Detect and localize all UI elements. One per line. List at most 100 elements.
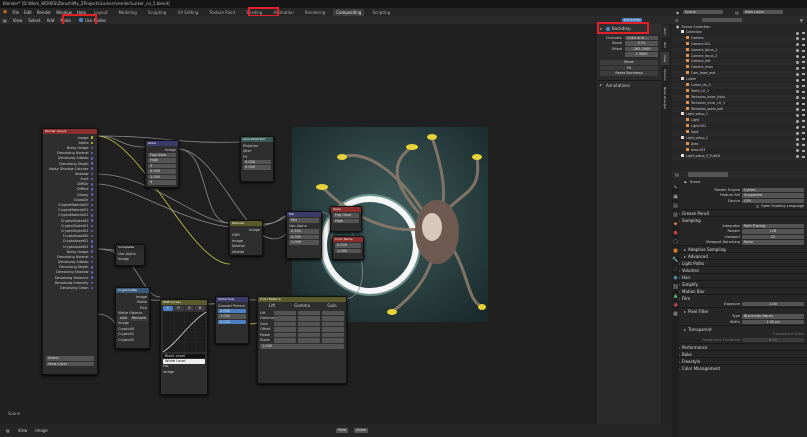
- render-camera-icon[interactable]: [802, 149, 805, 152]
- eye-icon[interactable]: [796, 43, 799, 47]
- output-socket[interactable]: [90, 183, 93, 186]
- section-film[interactable]: Film: [672, 294, 807, 301]
- lens-fit[interactable]: Fit: [243, 155, 247, 159]
- particles-tab-icon[interactable]: ∴: [672, 266, 679, 275]
- section-pixel-filter[interactable]: Pixel Filter: [672, 306, 807, 314]
- compositor-node-canvas[interactable]: Render Layers Image Alpha Noisy Image Denoi…: [0, 24, 597, 424]
- filter-width-field[interactable]: 1.50 px: [742, 319, 804, 324]
- output-socket[interactable]: [90, 172, 93, 176]
- output-socket[interactable]: [90, 198, 93, 202]
- cb-value-field[interactable]: [298, 332, 320, 337]
- glare-quality[interactable]: High: [148, 158, 176, 163]
- alpha-over-fac[interactable]: 1.000: [218, 314, 246, 319]
- section-hair[interactable]: Hair: [672, 273, 807, 280]
- eye-icon[interactable]: [796, 113, 799, 117]
- cb-value-field[interactable]: [274, 338, 296, 343]
- outliner-item[interactable]: Light_setup_3_FLASH: [672, 153, 807, 160]
- tab-scripting[interactable]: Scripting: [369, 9, 393, 16]
- alpha-over-node[interactable]: Alpha Over Convert Premul 0.000 1.000 0.…: [215, 296, 249, 344]
- glare-type[interactable]: Fog Glow: [148, 152, 176, 157]
- scene-tab-icon[interactable]: ◆: [672, 221, 679, 230]
- alpha-over-field-3[interactable]: 0.000: [218, 319, 246, 324]
- output-socket[interactable]: [90, 229, 93, 233]
- blender-logo-icon[interactable]: ◉: [3, 9, 7, 15]
- render-camera-icon[interactable]: [802, 143, 805, 146]
- color-ramp-value[interactable]: 1.000: [335, 248, 361, 253]
- properties-type-icon[interactable]: ▤: [675, 172, 679, 177]
- section-sampling[interactable]: Sampling: [672, 216, 807, 223]
- render-tab-icon[interactable]: ▣: [672, 194, 679, 203]
- collection-tab-icon[interactable]: ▢: [672, 239, 679, 248]
- menu-file[interactable]: File: [12, 10, 19, 15]
- render-layers-view-layer[interactable]: View Layer: [46, 361, 94, 366]
- render-layers-node[interactable]: Render Layers Image Alpha Noisy Image Denoi…: [42, 128, 98, 375]
- tab-rendering[interactable]: Rendering: [302, 9, 328, 16]
- outliner-type-icon[interactable]: ☰: [675, 18, 679, 23]
- data-tab-icon[interactable]: ▲: [672, 293, 679, 302]
- composite-use-alpha[interactable]: Use Alpha: [118, 252, 136, 256]
- render-engine-select[interactable]: Cycles: [742, 187, 804, 192]
- render-camera-icon[interactable]: [802, 79, 805, 82]
- offset-y-field[interactable]: 2.3000: [625, 52, 658, 57]
- eye-icon[interactable]: [796, 55, 799, 59]
- cb-value-field[interactable]: [322, 332, 344, 337]
- render-camera-icon[interactable]: [802, 43, 805, 46]
- move-button[interactable]: Move: [600, 60, 658, 65]
- tab-tool[interactable]: Tool: [661, 39, 669, 51]
- section-performance[interactable]: Performance: [672, 342, 807, 350]
- fit-button[interactable]: Fit: [600, 65, 658, 70]
- output-socket[interactable]: [90, 193, 93, 196]
- view-layer-selector[interactable]: View Layer: [742, 9, 783, 15]
- render-layers-scene[interactable]: Scene: [46, 356, 94, 361]
- cb-value-field[interactable]: [274, 327, 296, 332]
- cb-value-field[interactable]: [298, 310, 320, 315]
- filter-icon[interactable]: ▼: [800, 18, 803, 23]
- eye-icon[interactable]: [796, 49, 799, 53]
- output-socket[interactable]: [90, 162, 93, 165]
- cb-value-field[interactable]: [322, 327, 344, 332]
- lens-projector[interactable]: Projector: [243, 144, 259, 148]
- section-motion-blur[interactable]: Motion Blur: [672, 287, 807, 294]
- tab-texture-paint[interactable]: Texture Paint: [206, 9, 238, 16]
- cb-value-field[interactable]: [274, 321, 296, 326]
- tab-options[interactable]: Options: [661, 66, 669, 84]
- section-volumes[interactable]: Volumes: [672, 266, 807, 273]
- color-ramp-fac[interactable]: 0.500: [335, 243, 361, 248]
- tab-item[interactable]: Item: [661, 25, 669, 38]
- denoise-hdr[interactable]: HDR: [232, 233, 240, 237]
- tool-tab-icon[interactable]: ✎: [672, 185, 679, 194]
- reset-backdrop-button[interactable]: Reset Backdrop: [600, 71, 658, 76]
- bottom-menu-view[interactable]: View: [18, 428, 28, 433]
- outliner-search[interactable]: [701, 17, 742, 23]
- output-socket[interactable]: [90, 250, 93, 253]
- render-camera-icon[interactable]: [802, 85, 805, 88]
- mix-fac[interactable]: 0.500: [289, 229, 319, 234]
- render-camera-icon[interactable]: [802, 96, 805, 99]
- menu-render[interactable]: Render: [37, 10, 51, 15]
- rgb-curves-node[interactable]: RGB Curves C R G B Black Level White Lev…: [160, 299, 208, 395]
- transparent-glass-label[interactable]: Transparent Glass: [773, 332, 804, 336]
- composite-node[interactable]: Composite Use Alpha Image: [115, 244, 145, 266]
- cb-value-field[interactable]: [322, 310, 344, 315]
- section-adaptive-sampling[interactable]: Adaptive Sampling: [672, 245, 807, 252]
- output-socket[interactable]: [90, 188, 93, 191]
- material-tab-icon[interactable]: ◕: [672, 302, 679, 311]
- mix-blend[interactable]: Mix: [289, 218, 319, 223]
- denoise-node[interactable]: Denoise Image HDR Image Normal Albedo: [229, 220, 263, 256]
- section-grease-pencil[interactable]: Grease Pencil: [672, 209, 807, 216]
- glare2-type[interactable]: Fog Glow: [333, 213, 359, 218]
- channels-selector[interactable]: Color and...: [625, 35, 658, 40]
- tab-node-wrangler[interactable]: Node Wrangler: [661, 84, 669, 112]
- render-camera-icon[interactable]: [802, 49, 805, 52]
- output-socket[interactable]: [90, 255, 93, 259]
- cb-value-field[interactable]: [298, 316, 320, 321]
- glare-mix[interactable]: 0.000: [148, 169, 176, 174]
- object-tab-icon[interactable]: ■: [672, 248, 679, 257]
- eye-icon[interactable]: [796, 31, 799, 35]
- render-samples-field[interactable]: 128: [742, 229, 804, 234]
- bottom-zoom-button[interactable]: Zoom: [354, 428, 369, 433]
- bottom-view-button[interactable]: View: [335, 428, 349, 433]
- scene-selector[interactable]: Scene: [683, 9, 724, 15]
- feature-set-select[interactable]: Supported: [742, 193, 804, 198]
- color-ramp-node[interactable]: Color Ramp 0.500 1.000: [332, 236, 364, 260]
